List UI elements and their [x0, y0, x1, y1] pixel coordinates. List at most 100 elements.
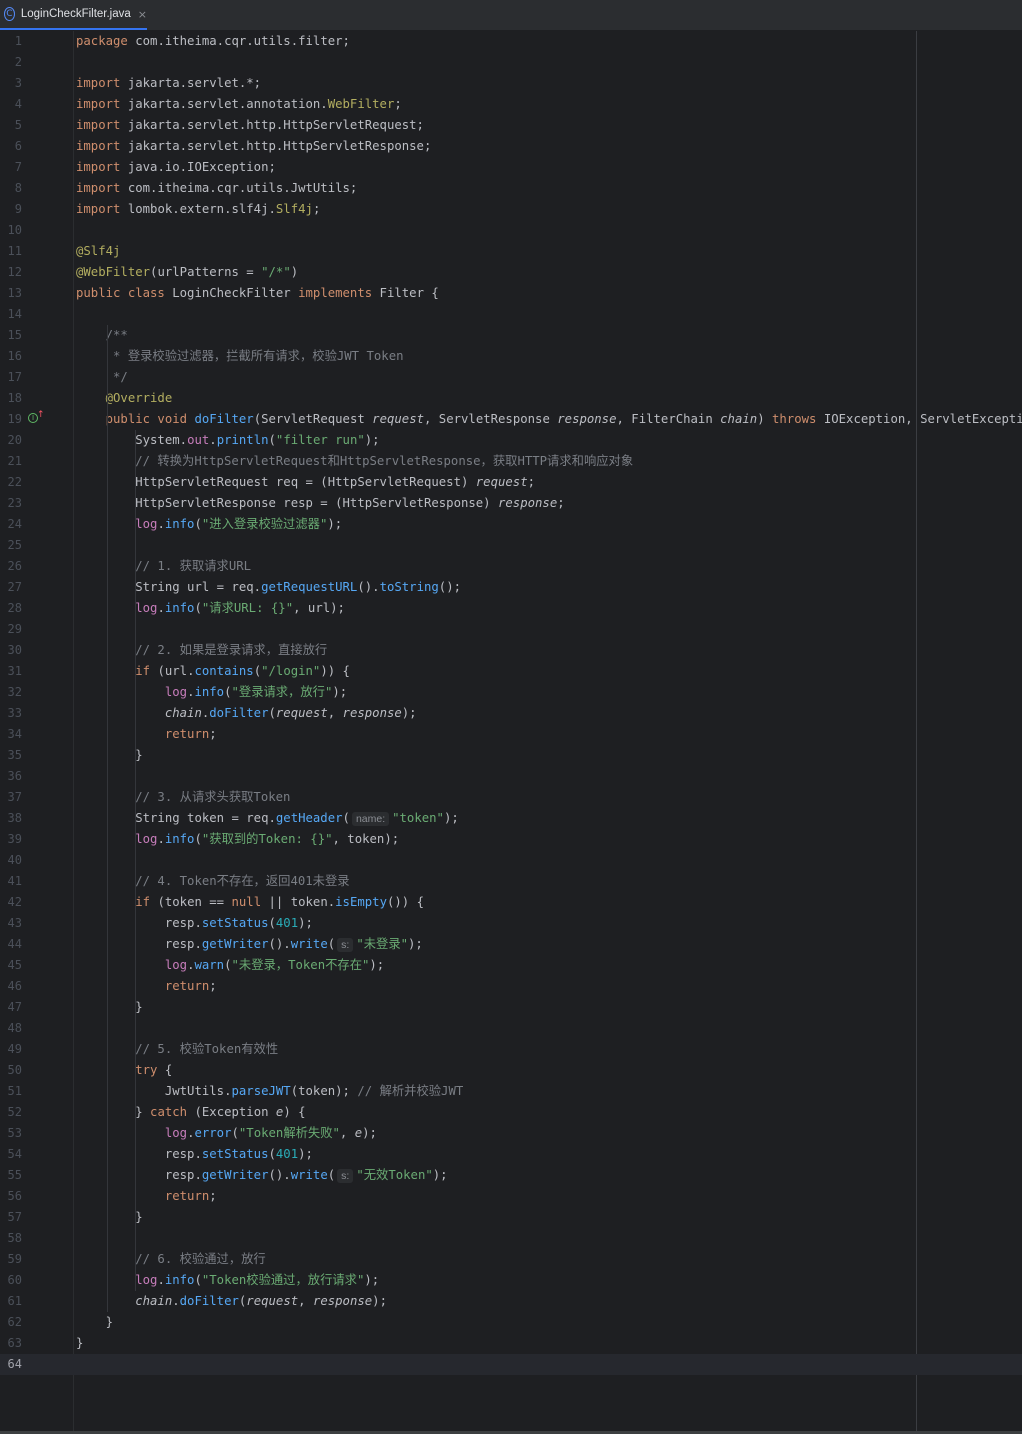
code-line[interactable]: 14 — [0, 304, 1022, 325]
code-line[interactable]: 24 log.info("进入登录校验过滤器"); — [0, 514, 1022, 535]
code-line[interactable]: 10 — [0, 220, 1022, 241]
code-line[interactable]: 37 // 3. 从请求头获取Token — [0, 787, 1022, 808]
code-text: * 登录校验过滤器，拦截所有请求，校验JWT Token — [76, 346, 404, 367]
code-line[interactable]: 23 HttpServletResponse resp = (HttpServl… — [0, 493, 1022, 514]
code-line[interactable]: 5 import jakarta.servlet.http.HttpServlet… — [0, 115, 1022, 136]
code-line[interactable]: 53 log.error("Token解析失败", e); — [0, 1123, 1022, 1144]
code-line[interactable]: 58 — [0, 1228, 1022, 1249]
code-line[interactable]: 4 import jakarta.servlet.annotation.WebFi… — [0, 94, 1022, 115]
code-line[interactable]: 9 import lombok.extern.slf4j.Slf4j; — [0, 199, 1022, 220]
code-line[interactable]: 6 import jakarta.servlet.http.HttpServlet… — [0, 136, 1022, 157]
code-token: throws — [772, 412, 817, 426]
java-class-icon: C — [4, 7, 15, 21]
code-line[interactable]: 42 if (token == null || token.isEmpty())… — [0, 892, 1022, 913]
code-line[interactable]: 44 resp.getWriter().write(s: "未登录"); — [0, 934, 1022, 955]
code-line[interactable]: 60 log.info("Token校验通过，放行请求"); — [0, 1270, 1022, 1291]
code-line[interactable]: 63} — [0, 1333, 1022, 1354]
code-line[interactable]: 17 */ — [0, 367, 1022, 388]
code-line[interactable]: 36 — [0, 766, 1022, 787]
code-line[interactable]: 32 log.info("登录请求，放行"); — [0, 682, 1022, 703]
line-number: 46 — [7, 979, 22, 993]
indent-guide — [135, 556, 137, 577]
code-line[interactable]: 46 return; — [0, 976, 1022, 997]
line-number: 61 — [7, 1294, 22, 1308]
code-line[interactable]: 43 resp.setStatus(401); — [0, 913, 1022, 934]
code-line[interactable]: 11 @Slf4j — [0, 241, 1022, 262]
code-token: ( — [342, 811, 350, 825]
code-line[interactable]: 3 import jakarta.servlet.*; — [0, 73, 1022, 94]
line-number: 9 — [14, 202, 22, 216]
code-line[interactable]: 21 // 转换为HttpServletRequest和HttpServletR… — [0, 451, 1022, 472]
code-token: info — [194, 685, 225, 699]
code-line[interactable]: 49 // 5. 校验Token有效性 — [0, 1039, 1022, 1060]
code-line[interactable]: 50 try { — [0, 1060, 1022, 1081]
code-line[interactable]: 64 — [0, 1354, 1022, 1375]
line-number: 63 — [7, 1336, 22, 1350]
code-line[interactable]: 40 — [0, 850, 1022, 871]
line-number: 18 — [7, 391, 22, 405]
code-line[interactable]: 16 * 登录校验过滤器，拦截所有请求，校验JWT Token — [0, 346, 1022, 367]
code-token: } — [76, 1210, 143, 1224]
parameter-hint: s: — [337, 1168, 354, 1183]
code-line[interactable]: 56 return; — [0, 1186, 1022, 1207]
line-number: 29 — [7, 622, 22, 636]
code-line[interactable]: 2 — [0, 52, 1022, 73]
line-number: 60 — [7, 1273, 22, 1287]
code-text: import jakarta.servlet.*; — [76, 73, 261, 94]
code-text: } — [76, 1207, 143, 1228]
code-line[interactable]: 25 — [0, 535, 1022, 556]
code-line[interactable]: 7 import java.io.IOException; — [0, 157, 1022, 178]
code-line[interactable]: 28 log.info("请求URL: {}", url); — [0, 598, 1022, 619]
code-line[interactable]: 20 System.out.println("filter run"); — [0, 430, 1022, 451]
code-token: log — [76, 832, 158, 846]
close-icon[interactable]: × — [138, 8, 147, 21]
code-line[interactable]: 18 @Override — [0, 388, 1022, 409]
code-line[interactable]: 47 } — [0, 997, 1022, 1018]
code-line[interactable]: 54 resp.setStatus(401); — [0, 1144, 1022, 1165]
code-token: JwtUtils. — [76, 1084, 232, 1098]
code-token: , — [298, 1294, 313, 1308]
code-token: 401 — [275, 1147, 299, 1161]
code-line[interactable]: 33 chain.doFilter(request, response); — [0, 703, 1022, 724]
code-line[interactable]: 26 // 1. 获取请求URL — [0, 556, 1022, 577]
tab-login-check-filter[interactable]: C LoginCheckFilter.java × — [0, 0, 147, 30]
code-token: System. — [76, 433, 188, 447]
code-line[interactable]: 61 chain.doFilter(request, response); — [0, 1291, 1022, 1312]
code-editor[interactable]: 1 package com.itheima.cqr.utils.filter; 2 3… — [0, 31, 1022, 1431]
code-line[interactable]: 22 HttpServletRequest req = (HttpServlet… — [0, 472, 1022, 493]
indent-guide — [107, 1039, 109, 1060]
code-line[interactable]: 59 // 6. 校验通过，放行 — [0, 1249, 1022, 1270]
code-line[interactable]: 15 /** — [0, 325, 1022, 346]
code-line[interactable]: 31 if (url.contains("/login")) { — [0, 661, 1022, 682]
code-token: ; — [209, 1189, 217, 1203]
code-token: getRequestURL — [261, 580, 358, 594]
line-number: 57 — [7, 1210, 22, 1224]
code-line[interactable]: 13 public class LoginCheckFilter implemen… — [0, 283, 1022, 304]
code-token: String url = req. — [76, 580, 262, 594]
code-line[interactable]: 62 } — [0, 1312, 1022, 1333]
code-line[interactable]: 45 log.warn("未登录，Token不存在"); — [0, 955, 1022, 976]
code-line[interactable]: 39 log.info("获取到的Token: {}", token); — [0, 829, 1022, 850]
code-text: return; — [76, 1186, 217, 1207]
line-number: 49 — [7, 1042, 22, 1056]
code-line[interactable]: 8 import com.itheima.cqr.utils.JwtUtils; — [0, 178, 1022, 199]
code-line[interactable]: 55 resp.getWriter().write(s: "无效Token"); — [0, 1165, 1022, 1186]
code-line[interactable]: 38 String token = req.getHeader(name: "to… — [0, 808, 1022, 829]
code-line[interactable]: 48 — [0, 1018, 1022, 1039]
code-line[interactable]: 19 I ↑ public void doFilter(ServletRequest… — [0, 409, 1022, 430]
code-line[interactable]: 35 } — [0, 745, 1022, 766]
code-line[interactable]: 57 } — [0, 1207, 1022, 1228]
code-line[interactable]: 12 @WebFilter(urlPatterns = "/*") — [0, 262, 1022, 283]
code-token: ; — [557, 496, 565, 510]
code-line[interactable]: 30 // 2. 如果是登录请求，直接放行 — [0, 640, 1022, 661]
code-line[interactable]: 1 package com.itheima.cqr.utils.filter; — [0, 31, 1022, 52]
line-number: 10 — [7, 223, 22, 237]
code-line[interactable]: 27 String url = req.getRequestURL().toSt… — [0, 577, 1022, 598]
code-line[interactable]: 52 } catch (Exception e) { — [0, 1102, 1022, 1123]
code-text: chain.doFilter(request, response); — [76, 1291, 387, 1312]
code-line[interactable]: 41 // 4. Token不存在，返回401未登录 — [0, 871, 1022, 892]
code-line[interactable]: 51 JwtUtils.parseJWT(token); // 解析并校验JWT — [0, 1081, 1022, 1102]
code-line[interactable]: 34 return; — [0, 724, 1022, 745]
code-line[interactable]: 29 — [0, 619, 1022, 640]
indent-guide — [107, 346, 109, 367]
